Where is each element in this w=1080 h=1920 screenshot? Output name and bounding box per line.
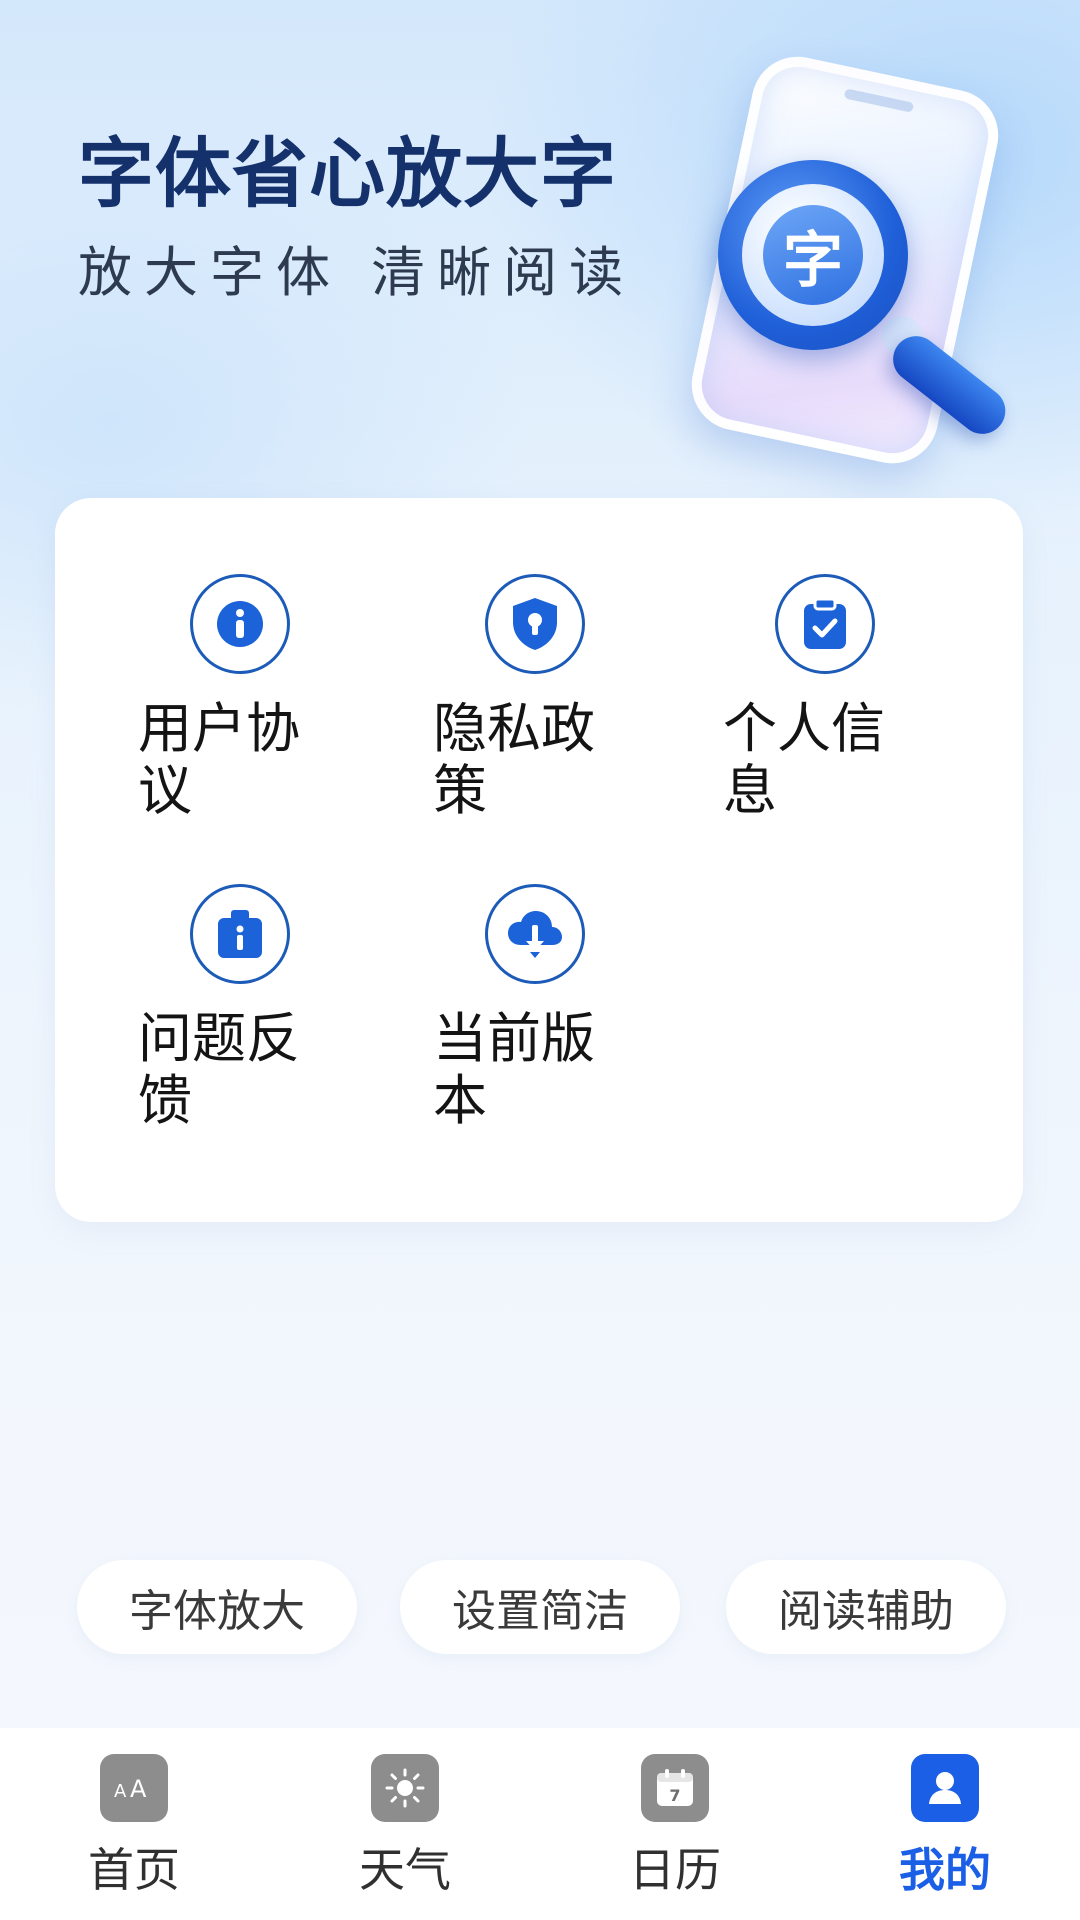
user-icon <box>911 1754 979 1822</box>
menu-label: 问题反馈 <box>138 1007 300 1132</box>
tab-weather[interactable]: 天气 <box>305 1728 505 1920</box>
menu-item-privacy-policy[interactable]: 隐私政策 <box>433 574 685 834</box>
magnifier-glyph: 字 <box>763 205 863 305</box>
settings-menu-card: 用户协议 隐私政策 个人信息 问题反馈 当前版本 <box>55 498 1023 1222</box>
menu-item-feedback[interactable]: 问题反馈 <box>138 884 390 1144</box>
bottom-tab-bar: A A 首页 天气 7 日历 我的 <box>0 1728 1080 1920</box>
chip-font-enlarge[interactable]: 字体放大 <box>77 1560 357 1654</box>
menu-item-user-agreement[interactable]: 用户协议 <box>138 574 390 834</box>
clipboard-check-icon <box>775 574 875 674</box>
menu-item-current-version[interactable]: 当前版本 <box>433 884 685 1144</box>
magnifier-phone-illustration: 字 <box>660 48 1060 480</box>
magnifier-glass: 字 <box>742 184 884 326</box>
svg-text:A: A <box>130 1775 147 1803</box>
tab-label: 天气 <box>359 1843 451 1897</box>
font-size-icon: A A <box>100 1754 168 1822</box>
tab-calendar[interactable]: 7 日历 <box>575 1728 775 1920</box>
info-icon <box>190 574 290 674</box>
tab-label: 首页 <box>88 1843 180 1897</box>
menu-label: 当前版本 <box>433 1007 595 1132</box>
sun-icon <box>371 1754 439 1822</box>
calendar-day: 7 <box>669 1786 680 1805</box>
tab-label: 我的 <box>899 1843 991 1897</box>
chip-reading-assist[interactable]: 阅读辅助 <box>726 1560 1006 1654</box>
menu-item-personal-info[interactable]: 个人信息 <box>723 574 975 834</box>
calendar-icon: 7 <box>641 1754 709 1822</box>
page-title: 字体省心放大字 <box>78 129 617 218</box>
menu-label: 用户协议 <box>138 697 300 822</box>
cloud-download-icon <box>485 884 585 984</box>
page-subtitle: 放大字体 清晰阅读 <box>78 241 636 304</box>
shield-icon <box>485 574 585 674</box>
menu-label: 个人信息 <box>723 697 885 822</box>
menu-label: 隐私政策 <box>433 697 595 822</box>
tab-mine[interactable]: 我的 <box>845 1728 1045 1920</box>
feedback-box-icon <box>190 884 290 984</box>
chip-simple-settings[interactable]: 设置简洁 <box>400 1560 680 1654</box>
svg-text:A: A <box>114 1781 127 1802</box>
tab-home[interactable]: A A 首页 <box>34 1728 234 1920</box>
tab-label: 日历 <box>629 1843 721 1897</box>
